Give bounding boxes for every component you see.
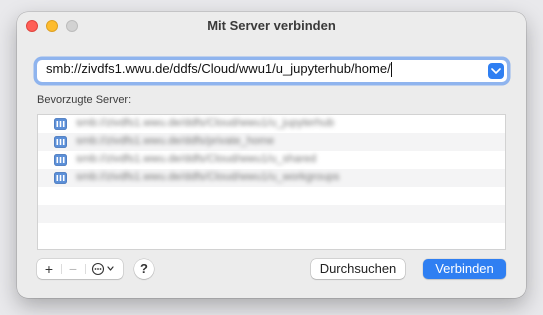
chevron-down-icon	[491, 68, 501, 74]
network-server-icon	[54, 136, 67, 148]
divider	[85, 264, 86, 274]
connect-to-server-window: Mit Server verbinden smb://zivdfs1.wwu.d…	[17, 12, 526, 298]
empty-list-row	[38, 223, 505, 241]
empty-list-row	[38, 187, 505, 205]
list-edit-controls: + −	[37, 259, 123, 279]
text-caret	[390, 62, 392, 78]
network-server-icon	[54, 172, 67, 184]
help-button[interactable]: ?	[134, 259, 154, 279]
favorite-server-address: smb://zivdfs1.wwu.de/ddfs/Cloud/wwu1/u_j…	[76, 117, 335, 129]
browse-button[interactable]: Durchsuchen	[311, 259, 405, 279]
recent-servers-dropdown-button[interactable]	[488, 63, 504, 79]
network-server-icon	[54, 118, 67, 130]
favorite-servers-label: Bevorzugte Server:	[37, 94, 132, 106]
window-title: Mit Server verbinden	[207, 18, 336, 33]
connect-button[interactable]: Verbinden	[423, 259, 506, 279]
add-server-button[interactable]: +	[37, 259, 61, 279]
favorite-servers-list[interactable]: smb://zivdfs1.wwu.de/ddfs/Cloud/wwu1/u_j…	[37, 114, 506, 250]
favorite-server-address: smb://zivdfs1.wwu.de/ddfs/private_home	[76, 135, 275, 147]
network-server-icon	[54, 154, 67, 166]
empty-list-row	[38, 205, 505, 223]
ellipsis-circle-icon	[91, 262, 114, 276]
title-bar: Mit Server verbinden	[17, 12, 526, 40]
server-address-field[interactable]: smb://zivdfs1.wwu.de/ddfs/Cloud/wwu1/u_j…	[37, 60, 507, 82]
favorite-server-address: smb://zivdfs1.wwu.de/ddfs/Cloud/wwu1/u_s…	[76, 153, 317, 165]
remove-server-button[interactable]: −	[61, 259, 85, 279]
server-address-input[interactable]: smb://zivdfs1.wwu.de/ddfs/Cloud/wwu1/u_j…	[46, 61, 476, 81]
list-item[interactable]: smb://zivdfs1.wwu.de/ddfs/Cloud/wwu1/u_s…	[38, 151, 505, 169]
list-item[interactable]: smb://zivdfs1.wwu.de/ddfs/private_home	[38, 133, 505, 151]
list-item[interactable]: smb://zivdfs1.wwu.de/ddfs/Cloud/wwu1/u_w…	[38, 169, 505, 187]
list-item[interactable]: smb://zivdfs1.wwu.de/ddfs/Cloud/wwu1/u_j…	[38, 115, 505, 133]
favorite-server-address: smb://zivdfs1.wwu.de/ddfs/Cloud/wwu1/u_w…	[76, 171, 340, 183]
server-address-value: smb://zivdfs1.wwu.de/ddfs/Cloud/wwu1/u_j…	[46, 61, 391, 76]
action-menu-button[interactable]	[87, 259, 121, 279]
